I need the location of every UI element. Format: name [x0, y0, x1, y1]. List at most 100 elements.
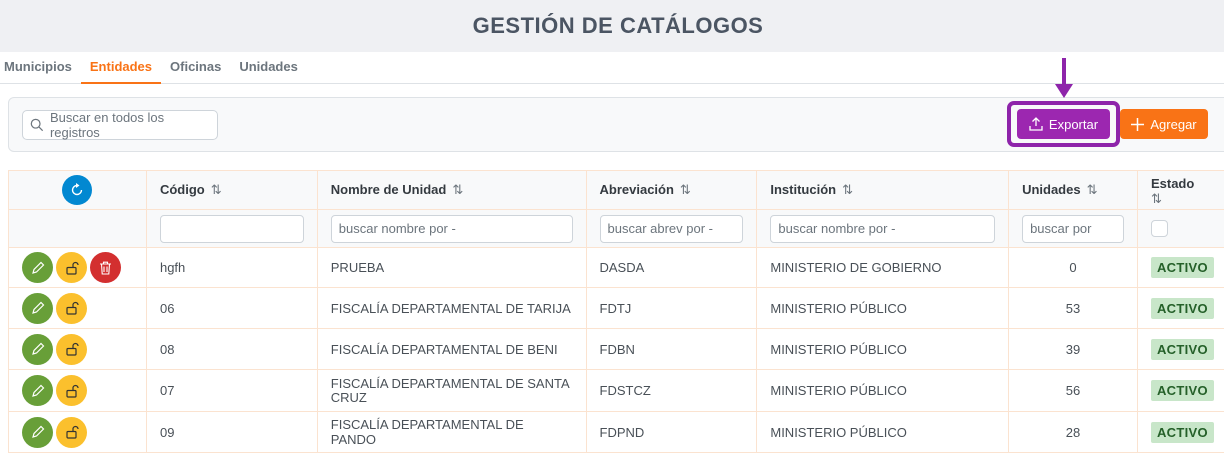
status-badge: ACTIVO: [1150, 421, 1214, 443]
arrow-down-icon: [1055, 58, 1073, 98]
cell-abreviacion: FDBN: [585, 328, 758, 370]
column-header-institucion[interactable]: Institución ⇅: [756, 170, 1010, 210]
unlock-button[interactable]: [56, 292, 87, 324]
cell-abreviacion: DASDA: [585, 247, 758, 288]
edit-button[interactable]: [22, 292, 53, 324]
filter-cell-nombre: buscar nombre por -: [316, 209, 587, 248]
row-actions: [8, 369, 147, 412]
pencil-icon: [31, 301, 44, 314]
cell-codigo: 08: [145, 328, 318, 370]
sort-icon[interactable]: ⇅: [842, 182, 853, 198]
search-placeholder: Buscar en todos los registros: [49, 110, 165, 140]
filter-cell-institucion: buscar nombre por -: [756, 209, 1010, 248]
cell-nombre: FISCALÍA DEPARTAMENTAL DE TARIJA: [316, 287, 587, 329]
cell-nombre: FISCALÍA DEPARTAMENTAL DE PANDO: [316, 411, 587, 453]
filter-cell-estado: [1136, 209, 1224, 248]
status-badge: ACTIVO: [1150, 380, 1214, 401]
column-header-unidades[interactable]: Unidades ⇅: [1008, 170, 1138, 210]
cell-estado: ACTIVO: [1136, 287, 1224, 329]
filter-institucion-input[interactable]: buscar nombre por -: [770, 214, 996, 243]
unlock-icon: [65, 261, 79, 275]
row-actions: [8, 328, 147, 370]
refresh-button[interactable]: [62, 175, 93, 205]
table-row: 09 FISCALÍA DEPARTAMENTAL DE PANDO FDPND…: [8, 411, 1224, 453]
filter-codigo-input[interactable]: [159, 214, 304, 243]
status-badge: ACTIVO: [1150, 257, 1214, 278]
cell-codigo: hgfh: [145, 247, 318, 288]
sort-icon[interactable]: ⇅: [211, 182, 222, 198]
edit-button[interactable]: [22, 252, 53, 283]
row-actions: [8, 411, 147, 453]
table-row: 07 FISCALÍA DEPARTAMENTAL DE SANTA CRUZ …: [8, 369, 1224, 412]
cell-codigo: 06: [145, 287, 318, 329]
pencil-icon: [31, 261, 44, 274]
unlock-icon: [65, 301, 79, 315]
filter-cell-unidades: buscar por: [1008, 209, 1138, 248]
unlock-button[interactable]: [56, 416, 87, 448]
filter-abreviacion-input[interactable]: buscar abrev por -: [599, 214, 744, 243]
cell-unidades: 28: [1008, 411, 1138, 453]
unlock-button[interactable]: [56, 375, 87, 406]
cell-abreviacion: FDPND: [585, 411, 758, 453]
add-label: Agregar: [1150, 116, 1197, 132]
column-header-estado[interactable]: Estado ⇅: [1136, 170, 1224, 210]
filter-unidades-input[interactable]: buscar por: [1022, 214, 1124, 243]
cell-institucion: MINISTERIO PÚBLICO: [756, 287, 1010, 329]
status-badge: ACTIVO: [1150, 297, 1214, 319]
status-badge: ACTIVO: [1150, 338, 1214, 360]
cell-unidades: 0: [1008, 247, 1138, 288]
edit-button[interactable]: [22, 416, 53, 448]
trash-icon: [100, 261, 111, 275]
tab-unidades[interactable]: Unidades: [230, 52, 307, 84]
column-header-abreviacion[interactable]: Abreviación ⇅: [585, 170, 758, 210]
search-icon: [30, 118, 44, 132]
pencil-icon: [31, 425, 44, 438]
export-label: Exportar: [1048, 116, 1099, 132]
table-row: 08 FISCALÍA DEPARTAMENTAL DE BENI FDBN M…: [8, 328, 1224, 370]
cell-institucion: MINISTERIO DE GOBIERNO: [756, 247, 1010, 288]
add-button[interactable]: Agregar: [1120, 109, 1208, 139]
global-search-input[interactable]: Buscar en todos los registros: [22, 110, 218, 140]
entities-table: Código ⇅ Nombre de Unidad ⇅ Abreviación ⇅ I…: [8, 170, 1224, 453]
cell-institucion: MINISTERIO PÚBLICO: [756, 328, 1010, 370]
cell-estado: ACTIVO: [1136, 411, 1224, 453]
tab-entidades[interactable]: Entidades: [80, 52, 162, 84]
unlock-icon: [65, 425, 79, 439]
filter-nombre-input[interactable]: buscar nombre por -: [330, 214, 573, 243]
edit-button[interactable]: [22, 333, 53, 365]
unlock-button[interactable]: [56, 333, 87, 365]
filter-cell-abreviacion: buscar abrev por -: [585, 209, 758, 248]
tab-oficinas[interactable]: Oficinas: [161, 52, 230, 84]
page-title: GESTIÓN DE CATÁLOGOS: [472, 13, 764, 38]
cell-abreviacion: FDTJ: [585, 287, 758, 329]
sort-icon[interactable]: ⇅: [452, 182, 463, 198]
row-actions: [8, 247, 147, 288]
unlock-button[interactable]: [56, 252, 87, 283]
column-header-nombre[interactable]: Nombre de Unidad ⇅: [316, 170, 587, 210]
cell-unidades: 53: [1008, 287, 1138, 329]
sort-icon[interactable]: ⇅: [1151, 191, 1162, 206]
filter-cell-codigo: [145, 209, 318, 248]
sort-icon[interactable]: ⇅: [680, 182, 691, 198]
cell-codigo: 07: [145, 369, 318, 412]
cell-unidades: 39: [1008, 328, 1138, 370]
filter-estado-checkbox[interactable]: [1150, 220, 1168, 237]
upload-icon: [1029, 117, 1043, 131]
cell-nombre: FISCALÍA DEPARTAMENTAL DE SANTA CRUZ: [316, 369, 587, 412]
unlock-icon: [65, 342, 79, 356]
refresh-icon: [72, 183, 83, 196]
pencil-icon: [31, 342, 44, 355]
cell-nombre: PRUEBA: [316, 247, 587, 288]
cell-codigo: 09: [145, 411, 318, 453]
edit-button[interactable]: [22, 375, 53, 406]
sort-icon[interactable]: ⇅: [1087, 182, 1098, 198]
unlock-icon: [65, 384, 79, 398]
table-row: 06 FISCALÍA DEPARTAMENTAL DE TARIJA FDTJ…: [8, 287, 1224, 329]
table-row: hgfh PRUEBA DASDA MINISTERIO DE GOBIERNO…: [8, 247, 1224, 288]
column-header-codigo[interactable]: Código ⇅: [145, 170, 318, 210]
cell-estado: ACTIVO: [1136, 369, 1224, 412]
delete-button[interactable]: [90, 252, 121, 283]
actions-header: [8, 170, 147, 210]
export-button[interactable]: Exportar: [1017, 109, 1110, 139]
tab-municipios[interactable]: Municipios: [0, 52, 81, 84]
